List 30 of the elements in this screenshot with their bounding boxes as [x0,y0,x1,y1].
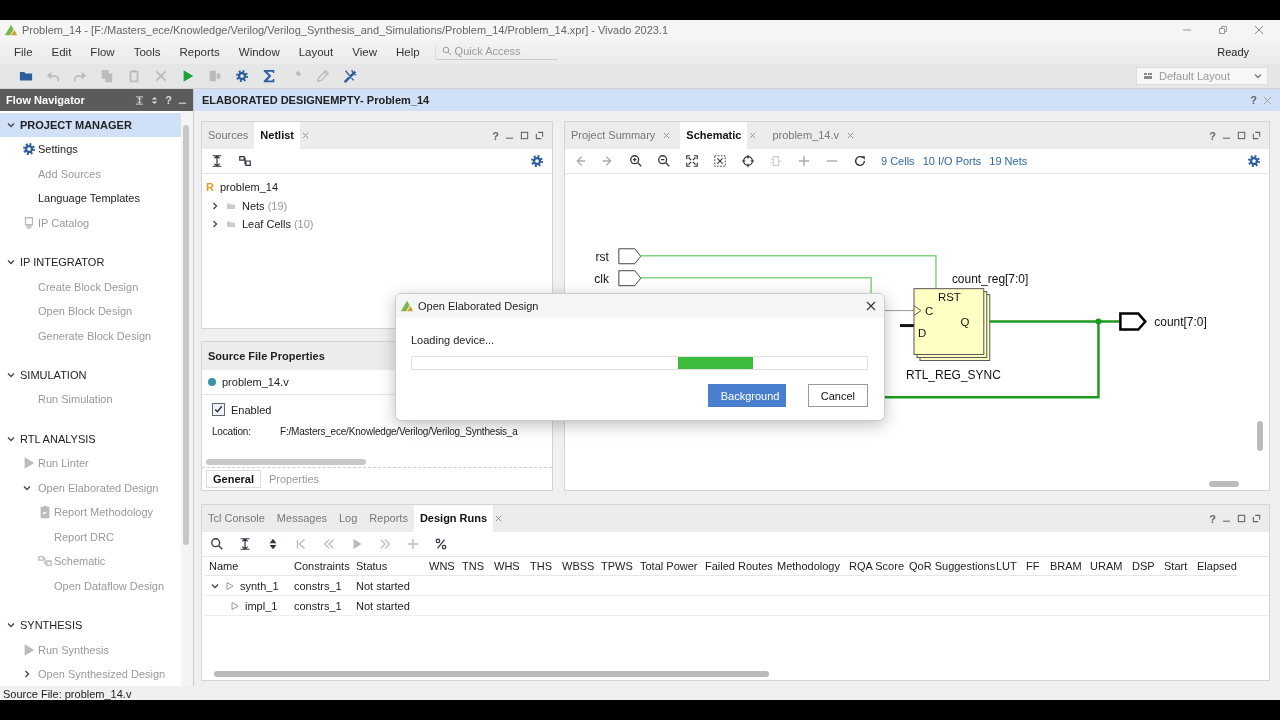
window-title: Problem_14 - [F:/Masters_ece/Knowledge/Verilog/Verilog_Synthesis_and_Simulations/Problem_14/Problem_14.xpr] - Vivado 2023.1 [22,24,670,36]
table-cell: impl_1 [245,599,278,612]
item-count: (10) [293,218,314,231]
item-count: (19) [267,199,288,212]
status-text: Source File: problem_14.v [3,687,132,700]
table-cell: constrs_1 [294,579,342,592]
table-cell: constrs_1 [294,599,342,612]
panel-title: Flow Navigator [6,94,86,106]
status-text: Ready [1217,46,1249,58]
dialog-title: Open Elaborated Design [418,300,539,312]
cell-name: count_reg[7:0] [951,271,1029,286]
table-cell: Not started [356,579,410,592]
file-name: problem_14.v [222,376,289,388]
port-label: rst [595,249,609,264]
port-label: clk [594,271,609,286]
cell-type: RTL_REG_SYNC [906,368,1001,383]
panel-title: Source File Properties [208,350,325,362]
table-cell: synth_1 [240,579,279,592]
checkbox-label: Enabled [231,403,272,416]
field-value: F:/Masters_ece/Knowledge/Verilog/Verilog_Synthesis_a [280,426,518,437]
pin-label: C [924,304,934,317]
port-label: count[7:0] [1154,314,1207,329]
dialog-message: Loading device... [411,334,495,346]
pin-label: D [918,326,927,339]
pin-label: Q [960,315,970,328]
rtl-label: R [206,181,214,194]
table-cell: Not started [356,599,410,612]
field-label: Location: [212,426,252,437]
pin-label: RST [937,290,961,303]
design-title: ELABORATED DESIGNEMPTY- Problem_14 [202,94,431,106]
